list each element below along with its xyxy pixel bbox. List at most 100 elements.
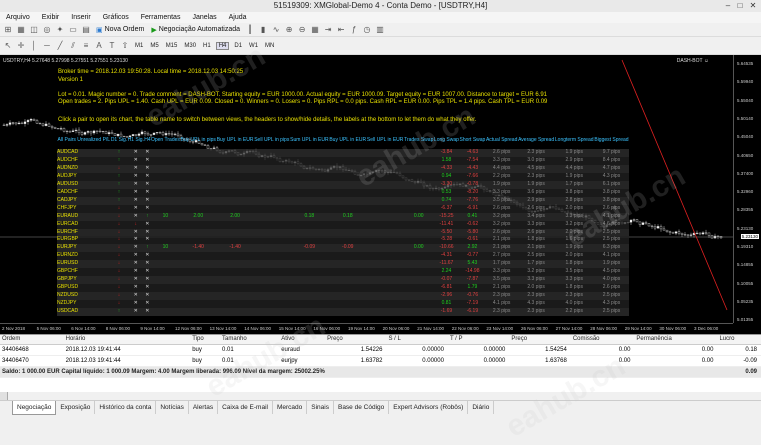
pair-name[interactable]: AUDCHF	[57, 157, 111, 165]
pair-name[interactable]: NZDJPY	[57, 300, 111, 308]
pair-name[interactable]: EURNZD	[57, 252, 111, 260]
tab-not-cias[interactable]: Notícias	[156, 401, 189, 414]
timeframe-m15[interactable]: M15	[164, 43, 180, 49]
price-chart[interactable]: USDTRY,H4 5.27648 5.27998 5.27551 5.2755…	[0, 55, 761, 334]
orders-header-cell[interactable]: Horário	[63, 335, 191, 345]
orders-header-cell[interactable]: Preço	[509, 335, 571, 345]
orders-header-cell[interactable]: Comissão	[570, 335, 635, 345]
dashboard-header-cell[interactable]: Actual Spread	[486, 131, 518, 149]
dashboard-row[interactable]: GBPJPY ↓ ✕ ✕ -0.07 -7.87 3.5 pips 3.3 pips 3.3 p…	[57, 276, 629, 285]
dashboard-header-cell[interactable]: Buy UPL in EUR	[329, 131, 367, 149]
indicators-icon[interactable]: ƒ	[349, 25, 359, 35]
dashboard-header-cell[interactable]: All Pairs Unrealized P/L	[57, 131, 111, 149]
dashboard-header-cell[interactable]: H1 Sig.	[127, 131, 144, 149]
dashboard-row[interactable]: NZDUSD ↓ ✕ ✕ -2.96 -0.76 2.3 pips 2.3 pips 2.3 p…	[57, 292, 629, 301]
new-order-button[interactable]: ▣ Nova Ordem	[94, 26, 146, 34]
dashboard-header-cell[interactable]: Open Trades	[151, 131, 181, 149]
menu-inserir[interactable]: Inserir	[65, 14, 96, 21]
dashboard-row[interactable]: EURGBP ↓ ✕ ✕ -5.28 -0.61 2.1 pips 1.8 pips 1.6 p…	[57, 236, 629, 245]
menu-ferramentas[interactable]: Ferramentas	[135, 14, 187, 21]
orders-header-cell[interactable]: Permanência	[634, 335, 718, 345]
dashboard-row[interactable]: AUDNZD ↓ ✕ ✕ -4.33 -4.43 4.4 pips 4.5 pips 4.4 p…	[57, 164, 629, 173]
text-icon[interactable]: A	[94, 41, 104, 51]
pair-name[interactable]: EURUSD	[57, 260, 111, 268]
menu-janelas[interactable]: Janelas	[186, 14, 222, 21]
pair-name[interactable]: EURJPY	[57, 244, 111, 252]
menu-exibir[interactable]: Exibir	[36, 14, 66, 21]
bar-chart-icon[interactable]: ┃	[245, 25, 255, 35]
pair-name[interactable]: EURCHF	[57, 229, 111, 237]
dashboard-header-cell[interactable]: Buy UPL in pips	[180, 131, 216, 149]
zoom-in-icon[interactable]: ⊕	[284, 25, 294, 35]
tab-exposi-o[interactable]: Exposição	[56, 401, 96, 414]
dashboard-header-cell[interactable]: Buy UPL in EUR	[216, 131, 254, 149]
dashboard-header-cell[interactable]: Sell UPL in pips	[254, 131, 290, 149]
menu-graficos[interactable]: Gráficos	[97, 14, 135, 21]
tab-caixa-de-e-mail[interactable]: Caixa de E-mail	[218, 401, 273, 414]
strategy-tester-icon[interactable]: ▤	[81, 25, 91, 35]
dashboard-row[interactable]: EURAUD ↓ ✕ ↑ 10 2.00 2.00 0.18 0.18 0.00 -15.25 0.4…	[57, 212, 629, 221]
dashboard-row[interactable]: USDCAD ↑ ✕ ✕ -1.69 -6.19 2.3 pips 2.3 pips 2.2 p…	[57, 308, 629, 317]
pair-name[interactable]: EURGBP	[57, 236, 111, 244]
zoom-out-icon[interactable]: ⊖	[297, 25, 307, 35]
dashboard-header-cell[interactable]: Sum UPL in EUR	[290, 131, 329, 149]
maximize-icon[interactable]: □	[735, 1, 745, 10]
orders-header-cell[interactable]: Ordem	[0, 335, 64, 345]
dashboard-header-cell[interactable]: Sell UPL in EUR	[367, 131, 404, 149]
timeframe-m5[interactable]: M5	[148, 43, 160, 49]
tab-mercado[interactable]: Mercado	[273, 401, 308, 414]
orders-header-cell[interactable]: S / L	[386, 335, 448, 345]
dashboard-row[interactable]: CADJPY ↑ ✕ ✕ 0.74 -7.76 3.5 pips 2.9 pips 2.8 pi…	[57, 196, 629, 205]
dashboard-row[interactable]: NZDJPY ↓ ✕ ✕ 0.81 -7.19 4.1 pips 4.3 pips 4.0 pi…	[57, 300, 629, 309]
menu-ajuda[interactable]: Ajuda	[223, 14, 253, 21]
pair-name[interactable]: NZDUSD	[57, 292, 111, 300]
orders-header-cell[interactable]: Tipo	[190, 335, 221, 345]
new-chart-icon[interactable]: ⊞	[3, 25, 13, 35]
dashboard-row[interactable]: GBPUSD ↓ ✕ ✕ -6.81 1.79 2.1 pips 2.0 pips 1.8 pi…	[57, 284, 629, 293]
label-icon[interactable]: T	[107, 41, 117, 51]
cursor-icon[interactable]: ↖	[3, 41, 13, 51]
dashboard-row[interactable]: AUDCAD ↑ ✕ ✕ -3.84 -4.63 2.6 pips 2.3 pips 1.9 p…	[57, 149, 629, 157]
dashboard-header-cell[interactable]: Short Swap	[459, 131, 485, 149]
timeframe-mn[interactable]: MN	[263, 43, 276, 49]
terminal-icon[interactable]: ▭	[68, 25, 78, 35]
dashboard-row[interactable]: EURUSD ↓ ✕ ✕ -11.67 5.43 1.7 pips 1.7 pips 1.8 p…	[57, 260, 629, 269]
tab-alertas[interactable]: Alertas	[189, 401, 219, 414]
tab-sinais[interactable]: Sinais	[307, 401, 334, 414]
dashboard-header-cell[interactable]: Trades Swap	[404, 131, 434, 149]
dashboard-header-cell[interactable]: Long Swap	[434, 131, 460, 149]
dashboard-row[interactable]: EURCHF ↓ ✕ ✕ -5.50 -5.80 2.6 pips 2.6 pips 2.0 p…	[57, 228, 629, 237]
auto-trading-button[interactable]: ▶ Negociação Automatizada	[149, 26, 242, 34]
tab-expert-advisors-rob-s-[interactable]: Expert Advisors (Robôs)	[389, 401, 469, 414]
orders-header-cell[interactable]: Tamanho	[220, 335, 280, 345]
dashboard-header-cell[interactable]: Longterm Spread	[554, 131, 594, 149]
menu-arquivo[interactable]: Arquivo	[0, 14, 36, 21]
data-window-icon[interactable]: ◎	[42, 25, 52, 35]
periods-icon[interactable]: ◷	[362, 25, 372, 35]
dashboard-row[interactable]: CHFJPY ↓ ✕ ✕ -6.37 -6.91 2.6 pips 2.6 pips 2.0 p…	[57, 204, 629, 213]
orders-header-cell[interactable]: Lucro	[717, 335, 761, 345]
timeframe-m1[interactable]: M1	[133, 43, 145, 49]
fibonacci-icon[interactable]: ≡	[81, 41, 91, 51]
dashboard-row[interactable]: EURJPY ↓ ✕ ↑ 10 -1.40 -1.40 -0.09 -0.09 0.00 -10.6…	[57, 244, 629, 253]
dashboard-row[interactable]: GBPCHF ↓ ✕ ✕ 2.24 -14.98 3.3 pips 3.2 pips 3.5 p…	[57, 268, 629, 277]
dashboard-row[interactable]: EURNZD ↓ ✕ ✕ -4.31 -0.77 2.7 pips 2.5 pips 2.0 p…	[57, 252, 629, 261]
channel-icon[interactable]: ⫽	[68, 41, 78, 51]
horizontal-line-icon[interactable]: ─	[42, 41, 52, 51]
dashboard-header-cell[interactable]: Average Spread	[518, 131, 555, 149]
vertical-line-icon[interactable]: │	[29, 41, 39, 51]
dashboard-header-cell[interactable]: Biggest Spread	[594, 131, 629, 149]
tab-di-rio[interactable]: Diário	[468, 401, 495, 414]
orders-header-cell[interactable]: Ativo	[279, 335, 326, 345]
timeframe-d1[interactable]: D1	[232, 43, 244, 49]
pair-name[interactable]: AUDCAD	[57, 149, 111, 157]
arrows-icon[interactable]: ⇧	[120, 41, 130, 51]
templates-icon[interactable]: ▥	[375, 25, 385, 35]
line-chart-icon[interactable]: ∿	[271, 25, 281, 35]
pair-name[interactable]: AUDJPY	[57, 173, 111, 181]
pair-name[interactable]: EURAUD	[57, 213, 111, 221]
pair-name[interactable]: GBPUSD	[57, 284, 111, 292]
minimize-icon[interactable]: –	[723, 1, 733, 10]
timeframe-h1[interactable]: H1	[201, 43, 213, 49]
pair-name[interactable]: EURCAD	[57, 221, 111, 229]
